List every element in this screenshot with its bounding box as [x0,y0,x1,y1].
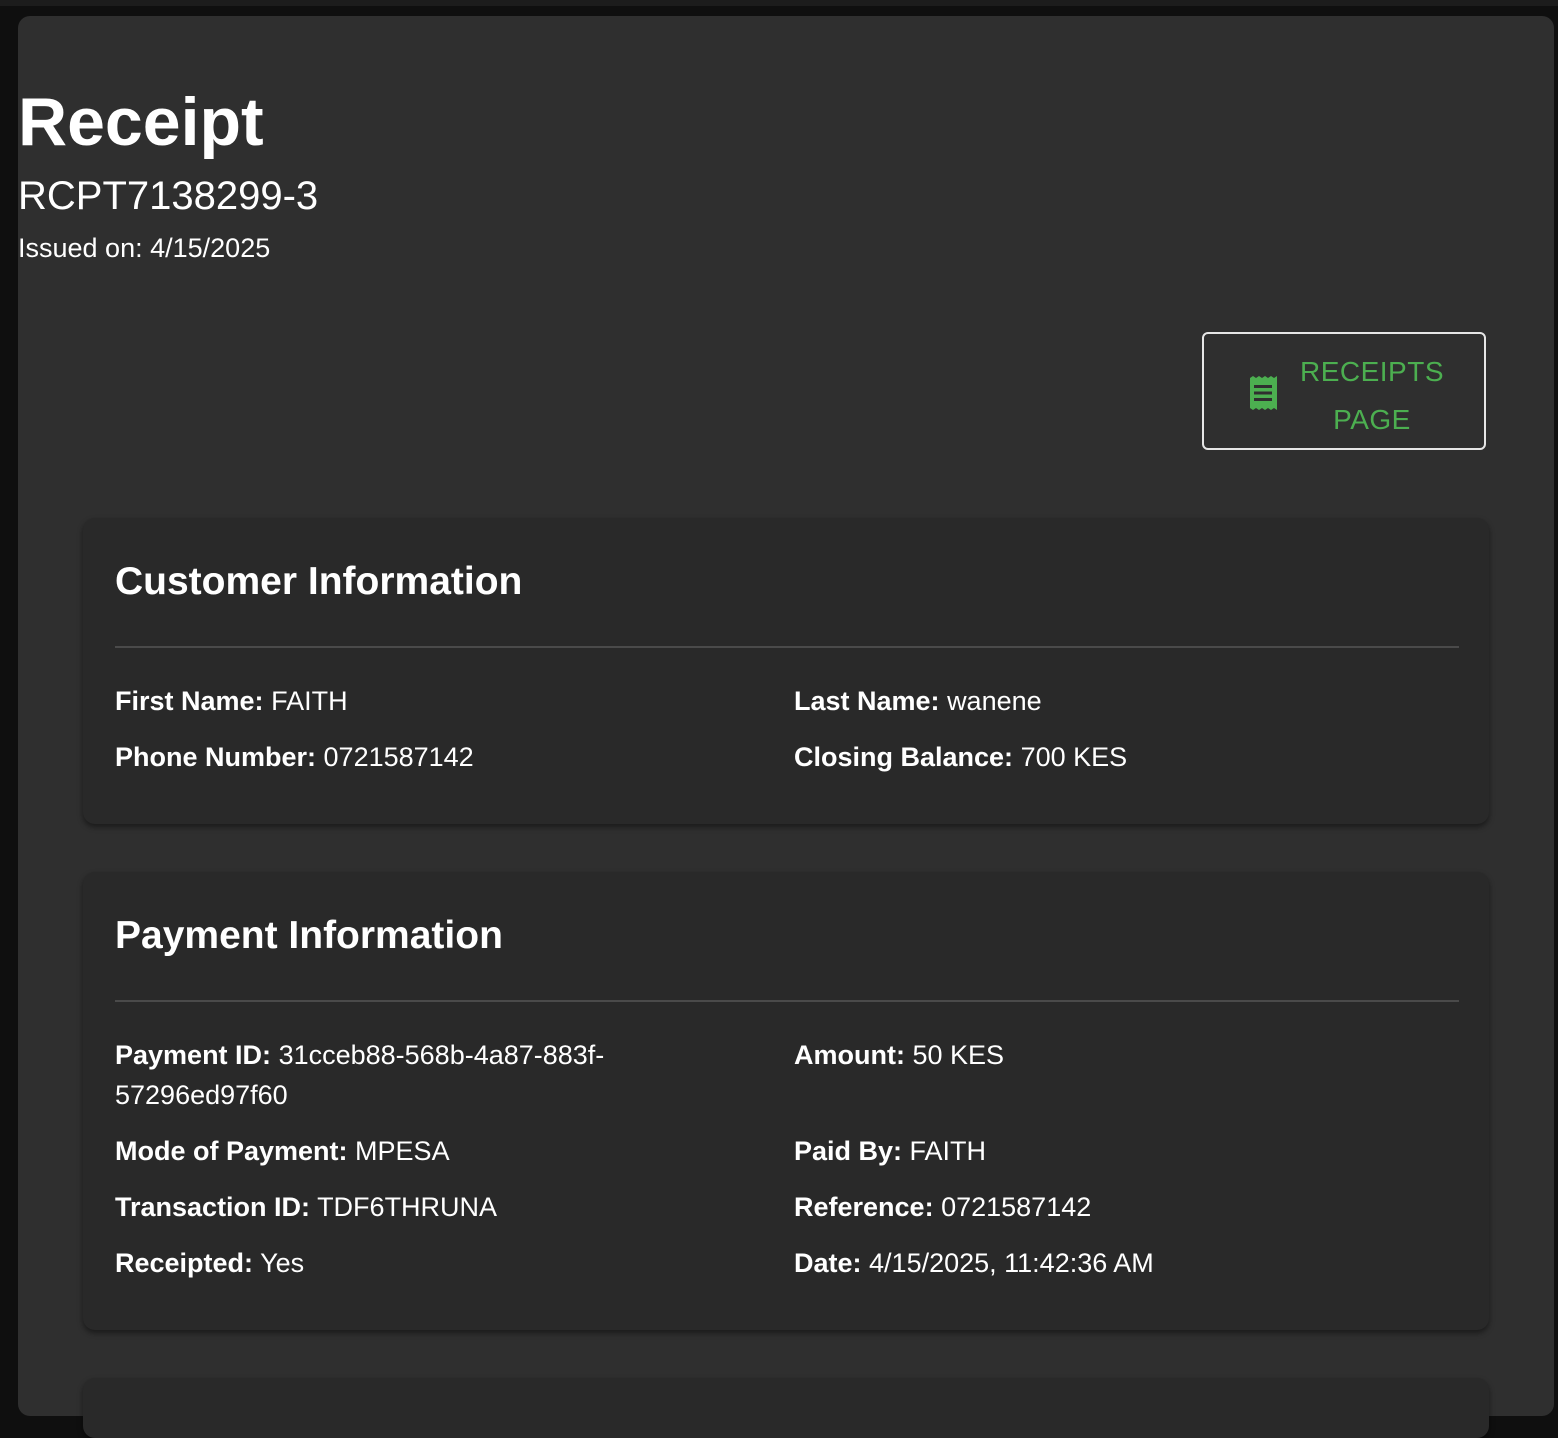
transaction-id-label: Transaction ID: [115,1192,311,1222]
closing-balance-field: Closing Balance: 700 KES [794,737,1127,777]
last-name-field: Last Name: wanene [794,681,1042,721]
receipt-page: Receipt RCPT7138299-3 Issued on: 4/15/20… [18,16,1554,1438]
window-top-strip [0,0,1558,6]
last-name-label: Last Name: [794,686,940,716]
date-value: 4/15/2025, 11:42:36 AM [869,1248,1154,1278]
paid-by-label: Paid By: [794,1136,903,1166]
receipt-number: RCPT7138299-3 [18,174,319,218]
page-title: Receipt [18,84,264,160]
transaction-id-value: TDF6THRUNA [317,1192,498,1222]
date-field: Date: 4/15/2025, 11:42:36 AM [794,1243,1154,1283]
paid-by-value: FAITH [909,1136,987,1166]
phone-number-field: Phone Number: 0721587142 [115,737,474,777]
receipted-label: Receipted: [115,1248,254,1278]
first-name-value: FAITH [271,686,348,716]
payment-information-card: Payment Information Payment ID: 31cceb88… [83,872,1489,1330]
reference-label: Reference: [794,1192,934,1222]
receipts-page-label-line1: RECEIPTS [1299,356,1445,387]
payment-id-label: Payment ID: [115,1040,272,1070]
transaction-id-field: Transaction ID: TDF6THRUNA [115,1187,497,1227]
amount-label: Amount: [794,1040,905,1070]
closing-balance-value: 700 KES [1020,742,1128,772]
payment-divider [115,1000,1459,1002]
receipts-page-button[interactable]: RECEIPTS PAGE [1202,332,1486,450]
last-name-value: wanene [947,686,1042,716]
first-name-label: First Name: [115,686,264,716]
amount-value: 50 KES [912,1040,1005,1070]
issued-date-line: Issued on: 4/15/2025 [18,232,1554,264]
phone-number-label: Phone Number: [115,742,317,772]
paid-by-field: Paid By: FAITH [794,1131,986,1171]
payment-information-title: Payment Information [115,914,503,957]
issued-date: 4/15/2025 [150,233,271,263]
customer-information-title: Customer Information [115,560,523,603]
issued-label: Issued on: [18,233,143,263]
payment-id-field: Payment ID: 31cceb88-568b-4a87-883f-5729… [115,1035,675,1115]
receipts-page-label-line2: PAGE [1333,404,1411,435]
mode-of-payment-field: Mode of Payment: MPESA [115,1131,450,1171]
phone-number-value: 0721587142 [323,742,474,772]
first-name-field: First Name: FAITH [115,681,348,721]
mode-of-payment-value: MPESA [355,1136,450,1166]
reference-field: Reference: 0721587142 [794,1187,1091,1227]
next-section-card [83,1378,1489,1438]
receipted-field: Receipted: Yes [115,1243,304,1283]
receipts-page-label: RECEIPTS PAGE [1288,348,1456,444]
amount-field: Amount: 50 KES [794,1035,1004,1075]
closing-balance-label: Closing Balance: [794,742,1014,772]
customer-information-card: Customer Information First Name: FAITH L… [83,518,1489,824]
mode-of-payment-label: Mode of Payment: [115,1136,348,1166]
reference-value: 0721587142 [941,1192,1092,1222]
receipt-icon [1250,376,1277,410]
customer-divider [115,646,1459,648]
date-label: Date: [794,1248,862,1278]
receipted-value: Yes [260,1248,305,1278]
